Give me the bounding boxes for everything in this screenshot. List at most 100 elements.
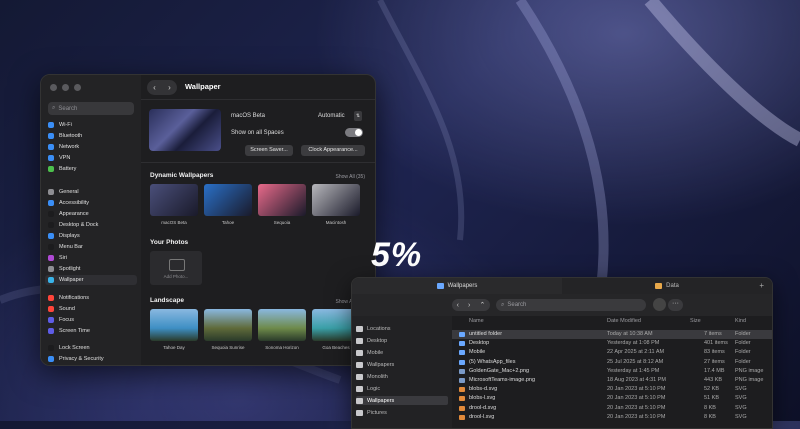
- sidebar-item-notifications[interactable]: Notifications: [45, 293, 137, 303]
- table-row[interactable]: drool-d.svg 20 Jan 2023 at 5:10 PM 8 KB SVG: [452, 404, 772, 413]
- dynamic-show-all-link[interactable]: Show All (35): [336, 174, 365, 180]
- wallpaper-thumb[interactable]: [204, 184, 252, 216]
- sidebar-item-focus[interactable]: Focus: [45, 315, 137, 325]
- table-row[interactable]: Mobile 22 Apr 2025 at 2:11 AM 83 items Fold…: [452, 348, 772, 357]
- landscape-thumb-label: Sequoia Sunrise: [211, 345, 245, 350]
- column-date[interactable]: Date Modified: [607, 318, 641, 324]
- sidebar-item-battery[interactable]: Battery: [45, 164, 137, 174]
- column-kind[interactable]: Kind: [735, 318, 746, 324]
- column-size[interactable]: Size: [690, 318, 701, 324]
- finder-sidebar-item[interactable]: Desktop: [356, 336, 448, 345]
- screen-saver-button[interactable]: Screen Saver...: [245, 145, 293, 156]
- row-name: drool-d.svg: [469, 404, 497, 411]
- table-row[interactable]: GoldenGate_Mac+2.png Yesterday at 1:45 PM…: [452, 367, 772, 376]
- minimize-button[interactable]: [62, 84, 69, 91]
- share-icon[interactable]: [653, 298, 666, 311]
- column-name[interactable]: Name: [469, 318, 484, 324]
- close-button[interactable]: [50, 84, 57, 91]
- sidebar-item-vpn[interactable]: VPN: [45, 153, 137, 163]
- finder-sidebar-label: Pictures: [367, 409, 387, 416]
- sidebar-item-siri[interactable]: Siri: [45, 253, 137, 263]
- finder-sidebar: Locations Desktop Mobile Wallpapers Monolith…: [352, 316, 452, 428]
- row-date: Yesterday at 1:08 PM: [607, 340, 660, 347]
- row-kind: PNG image: [735, 377, 764, 383]
- settings-search-input[interactable]: ⌕ Search: [48, 102, 134, 115]
- sidebar-item-bluetooth[interactable]: Bluetooth: [45, 131, 137, 141]
- finder-sidebar-label: Desktop: [367, 337, 388, 344]
- chevron-updown-icon[interactable]: ⇅: [354, 111, 362, 121]
- sidebar-item-sound[interactable]: Sound: [45, 304, 137, 314]
- landscape-thumb-label: Sonoma Horizon: [265, 345, 299, 350]
- clock-appearance-button[interactable]: Clock Appearance...: [301, 145, 365, 156]
- sidebar-item-spotlight[interactable]: Spotlight: [45, 264, 137, 274]
- settings-icon: [48, 200, 54, 206]
- back-button[interactable]: ‹: [147, 80, 162, 95]
- landscape-thumb[interactable]: [258, 309, 306, 341]
- your-photos-title: Your Photos: [150, 239, 189, 246]
- finder-sidebar-item[interactable]: Logic: [356, 384, 448, 393]
- row-date: 20 Jan 2023 at 5:10 PM: [607, 386, 666, 393]
- sidebar-item-network[interactable]: Network: [45, 142, 137, 152]
- sidebar-item-wi-fi[interactable]: Wi-Fi: [45, 120, 137, 130]
- row-name: drool-l.svg: [469, 413, 495, 420]
- sidebar-item-screen-time[interactable]: Screen Time: [45, 326, 137, 336]
- sidebar-item-accessibility[interactable]: Accessibility: [45, 198, 137, 208]
- settings-icon: [48, 295, 54, 301]
- sidebar-item-displays[interactable]: Displays: [45, 231, 137, 241]
- dynamic-wallpapers-title: Dynamic Wallpapers: [150, 172, 214, 179]
- wallpaper-mode-select[interactable]: Automatic: [318, 113, 345, 119]
- sidebar-item-general[interactable]: General: [45, 187, 137, 197]
- finder-sidebar-label: Wallpapers: [367, 361, 395, 368]
- show-all-spaces-toggle[interactable]: [345, 128, 363, 137]
- landscape-thumb[interactable]: [150, 309, 198, 341]
- row-kind: SVG: [735, 395, 747, 402]
- sidebar-item-lock-screen[interactable]: Lock Screen: [45, 343, 137, 353]
- finder-search-input[interactable]: ⌕ Search: [496, 299, 646, 311]
- zoom-button[interactable]: [74, 84, 81, 91]
- tab-wallpapers[interactable]: Wallpapers: [352, 278, 562, 294]
- finder-sidebar-item[interactable]: Wallpapers: [356, 360, 448, 369]
- table-row[interactable]: blobs-d.svg 20 Jan 2023 at 5:10 PM 52 KB SV…: [452, 385, 772, 394]
- wallpaper-thumb[interactable]: [150, 184, 198, 216]
- sidebar-item-privacy-security[interactable]: Privacy & Security: [45, 354, 137, 364]
- sidebar-item-menu-bar[interactable]: Menu Bar: [45, 242, 137, 252]
- finder-sidebar-item[interactable]: Mobile: [356, 348, 448, 357]
- finder-sidebar-label: Locations: [367, 325, 391, 332]
- sidebar-item-appearance[interactable]: Appearance: [45, 209, 137, 219]
- tab-data[interactable]: Data: [562, 278, 772, 294]
- wallpaper-thumb[interactable]: [312, 184, 360, 216]
- divider: [141, 99, 375, 100]
- table-row[interactable]: blobs-l.svg 20 Jan 2023 at 5:10 PM 51 KB SV…: [452, 394, 772, 403]
- finder-sidebar-item[interactable]: Wallpapers: [356, 396, 448, 405]
- sidebar-item-label: Spotlight: [59, 266, 81, 272]
- row-kind: SVG: [735, 413, 747, 420]
- landscape-thumb[interactable]: [204, 309, 252, 341]
- wallpaper-thumb[interactable]: [258, 184, 306, 216]
- sidebar-item-desktop-dock[interactable]: Desktop & Dock: [45, 220, 137, 230]
- current-wallpaper-name: macOS Beta: [231, 113, 266, 119]
- sidebar-item-wallpaper[interactable]: Wallpaper: [45, 275, 137, 285]
- settings-sidebar: ⌕ Search Wi-Fi Bluetooth Network VPN Battery…: [41, 75, 141, 365]
- table-row[interactable]: Desktop Yesterday at 1:08 PM 401 items Fold…: [452, 339, 772, 348]
- settings-icon: [48, 255, 54, 261]
- table-row[interactable]: MicrosoftTeams-image.png 18 Aug 2023 at 4…: [452, 376, 772, 385]
- table-row[interactable]: untitled folder Today at 10:38 AM 7 items F…: [452, 330, 772, 339]
- forward-button[interactable]: ›: [162, 80, 177, 95]
- sidebar-item-label: Wi-Fi: [59, 122, 72, 128]
- back-button[interactable]: ‹: [457, 302, 459, 309]
- finder-sidebar-item[interactable]: Monolith: [356, 372, 448, 381]
- forward-button[interactable]: ›: [468, 302, 470, 309]
- search-icon: ⌕: [52, 105, 56, 111]
- settings-icon: [48, 222, 54, 228]
- add-photo-button[interactable]: [150, 251, 202, 285]
- table-row[interactable]: (5) WhatsApp_files 25 Jul 2025 at 8:12 AM…: [452, 358, 772, 367]
- new-tab-plus-icon[interactable]: +: [759, 281, 764, 290]
- chevron-up-icon[interactable]: ⌃: [480, 301, 486, 309]
- finder-sidebar-item[interactable]: Pictures: [356, 408, 448, 417]
- row-kind: PNG image: [735, 367, 764, 374]
- settings-icon: [48, 233, 54, 239]
- wallpaper-thumb-label: macOS Beta: [161, 220, 187, 225]
- table-row[interactable]: drool-l.svg 20 Jan 2023 at 5:10 PM 8 KB SVG: [452, 413, 772, 422]
- more-icon[interactable]: ···: [668, 299, 683, 311]
- finder-sidebar-item[interactable]: Locations: [356, 324, 448, 333]
